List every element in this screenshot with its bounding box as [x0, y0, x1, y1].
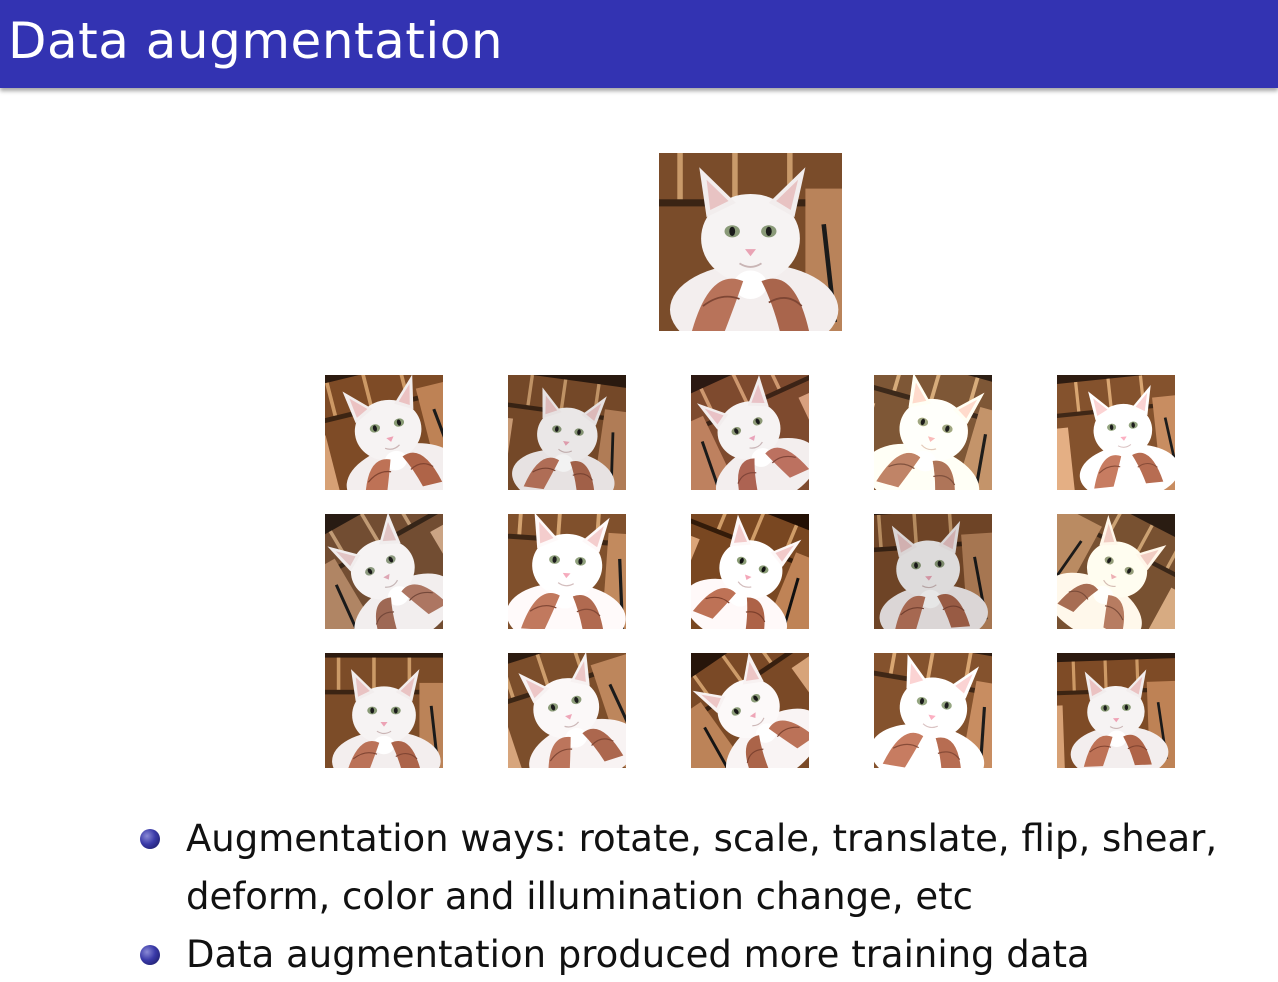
bullet-item: Augmentation ways: rotate, scale, transl…	[140, 810, 1278, 926]
augmented-cat-image	[508, 375, 626, 490]
augmented-cat-image	[325, 653, 443, 768]
augmented-cat-image	[691, 375, 809, 490]
original-cat-image	[659, 153, 842, 331]
augmented-cat-image	[508, 653, 626, 768]
title-bar: Data augmentation	[0, 0, 1278, 88]
augmented-cat-image	[1057, 514, 1175, 629]
bullet-icon	[140, 829, 160, 849]
augmented-cat-image	[874, 375, 992, 490]
augmented-cat-image	[1057, 653, 1175, 768]
augmented-cat-image	[325, 375, 443, 490]
augmented-cat-image	[325, 514, 443, 629]
augmented-cat-image	[874, 514, 992, 629]
slide-title: Data augmentation	[8, 12, 504, 70]
augmented-cat-image	[1057, 375, 1175, 490]
bullet-item: Data augmentation produced more training…	[140, 926, 1278, 982]
bullet-text: Data augmentation produced more training…	[186, 933, 1090, 976]
bullet-list: Augmentation ways: rotate, scale, transl…	[140, 810, 1278, 982]
augmented-cat-image	[508, 514, 626, 629]
bullet-icon	[140, 945, 160, 965]
bullet-text: Augmentation ways: rotate, scale, transl…	[186, 817, 1218, 918]
augmented-cat-image	[691, 653, 809, 768]
augmented-cat-image	[874, 653, 992, 768]
augmented-cat-image	[691, 514, 809, 629]
